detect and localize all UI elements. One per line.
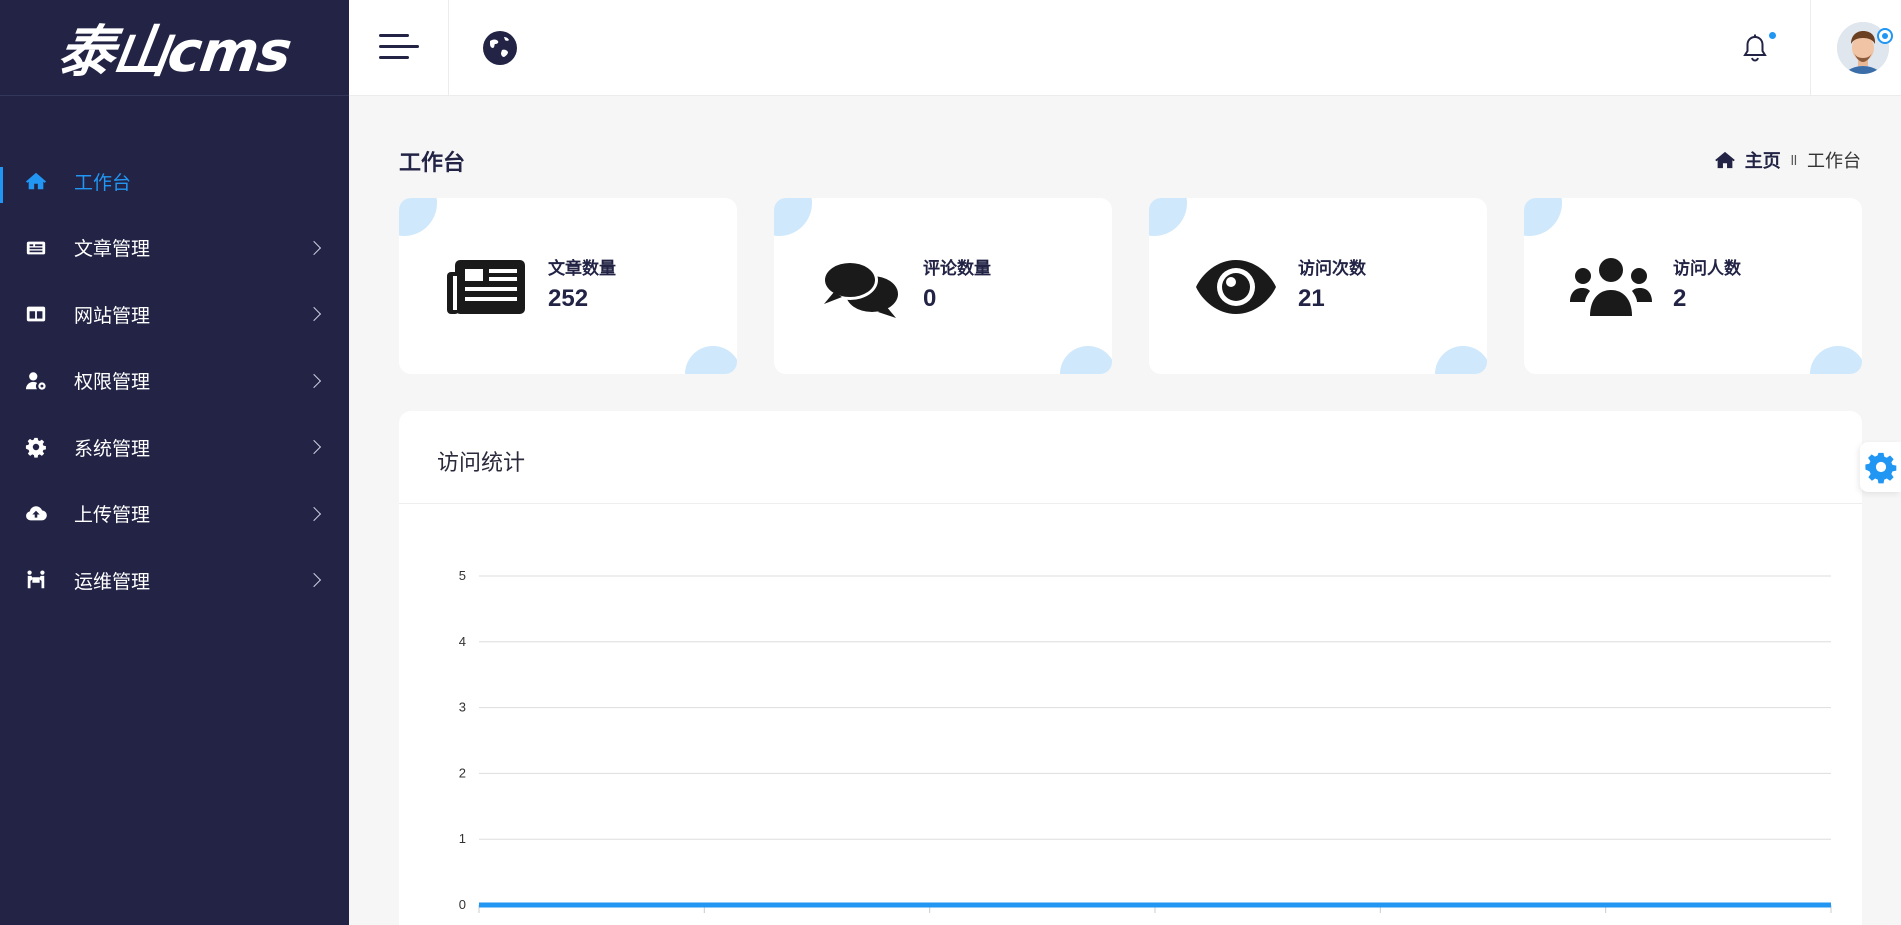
chart-title: 访问统计	[437, 450, 526, 475]
stat-card-visitors: 访问人数 2	[1524, 198, 1862, 374]
sidebar-item-label: 权限管理	[74, 372, 151, 394]
breadcrumb-separator: ll	[1790, 152, 1797, 168]
y-tick-label: 5	[459, 568, 466, 583]
sidebar-item-dashboard[interactable]: 工作台	[0, 148, 349, 215]
breadcrumb: 主页 ll 工作台	[1714, 147, 1861, 173]
people-carry-icon	[24, 569, 48, 591]
article-icon	[24, 237, 48, 259]
sidebar-item-label: 工作台	[74, 172, 132, 194]
user-gear-icon	[24, 370, 48, 392]
chevron-right-icon	[306, 506, 322, 521]
settings-toggle[interactable]	[1860, 442, 1901, 492]
notification-dot	[1769, 32, 1776, 39]
sidebar-item-website[interactable]: 网站管理	[0, 281, 349, 348]
y-tick-label: 4	[459, 634, 466, 649]
y-tick-label: 1	[459, 831, 466, 846]
sidebar: 泰山cms 工作台 文章管理 网站管理 权限管理 系统管理 上传管理 运维管理	[0, 0, 349, 925]
online-status-icon	[1877, 28, 1893, 44]
sidebar-item-ops[interactable]: 运维管理	[0, 547, 349, 614]
users-icon	[1570, 258, 1652, 316]
stat-card-articles: 文章数量 252	[399, 198, 737, 374]
stat-value: 2	[1673, 285, 1687, 312]
breadcrumb-home-link[interactable]: 主页	[1745, 147, 1781, 173]
stat-label: 访问人数	[1673, 259, 1741, 278]
chevron-right-icon	[306, 307, 322, 322]
y-tick-label: 3	[459, 700, 466, 715]
stat-card-visits: 访问次数 21	[1149, 198, 1487, 374]
stat-label: 文章数量	[548, 259, 616, 278]
sidebar-item-label: 系统管理	[74, 438, 151, 460]
top-header	[349, 0, 1901, 96]
cloud-upload-icon	[24, 503, 48, 525]
stat-card-comments: 评论数量 0	[774, 198, 1112, 374]
sidebar-item-label: 文章管理	[74, 239, 151, 261]
globe-icon[interactable]	[482, 30, 518, 66]
page-title: 工作台	[399, 150, 466, 175]
sidebar-nav: 工作台 文章管理 网站管理 权限管理 系统管理 上传管理 运维管理	[0, 148, 349, 614]
hamburger-icon[interactable]	[379, 34, 419, 60]
stat-value: 21	[1298, 285, 1325, 312]
chevron-right-icon	[306, 440, 322, 455]
home-icon	[24, 170, 48, 192]
visit-stats-card: 访问统计 0 1 2 3 4 5	[399, 411, 1862, 925]
visit-stats-chart: 0 1 2 3 4 5	[459, 568, 1832, 913]
chevron-right-icon	[306, 573, 322, 588]
breadcrumb-current: 工作台	[1807, 151, 1861, 171]
bell-icon[interactable]	[1741, 33, 1769, 63]
sidebar-item-label: 网站管理	[74, 305, 151, 327]
stat-label: 访问次数	[1298, 259, 1366, 278]
stat-value: 252	[548, 285, 589, 312]
gear-icon	[24, 436, 48, 458]
columns-icon	[24, 303, 48, 325]
sidebar-item-label: 运维管理	[74, 571, 151, 593]
stat-value: 0	[923, 285, 937, 312]
sidebar-item-articles[interactable]: 文章管理	[0, 215, 349, 282]
y-tick-label: 0	[459, 897, 466, 912]
y-tick-label: 2	[459, 765, 466, 780]
logo-text: 泰山cms	[53, 20, 295, 85]
stat-label: 评论数量	[923, 259, 991, 278]
eye-icon	[1196, 260, 1276, 314]
gear-icon	[1864, 452, 1896, 484]
chevron-right-icon	[306, 373, 322, 388]
comments-icon	[822, 260, 898, 318]
sidebar-item-label: 上传管理	[74, 505, 151, 527]
header-divider	[1810, 0, 1811, 96]
stats-row: 文章数量 252 评论数量 0 访问次数 21 访问人数 2	[399, 198, 1862, 374]
chevron-right-icon	[306, 240, 322, 255]
home-icon	[1714, 151, 1735, 169]
sidebar-item-upload[interactable]: 上传管理	[0, 481, 349, 548]
sidebar-item-permissions[interactable]: 权限管理	[0, 348, 349, 415]
newspaper-icon	[447, 260, 525, 314]
sidebar-item-system[interactable]: 系统管理	[0, 414, 349, 481]
logo[interactable]: 泰山cms	[0, 0, 349, 96]
header-divider	[448, 0, 449, 96]
